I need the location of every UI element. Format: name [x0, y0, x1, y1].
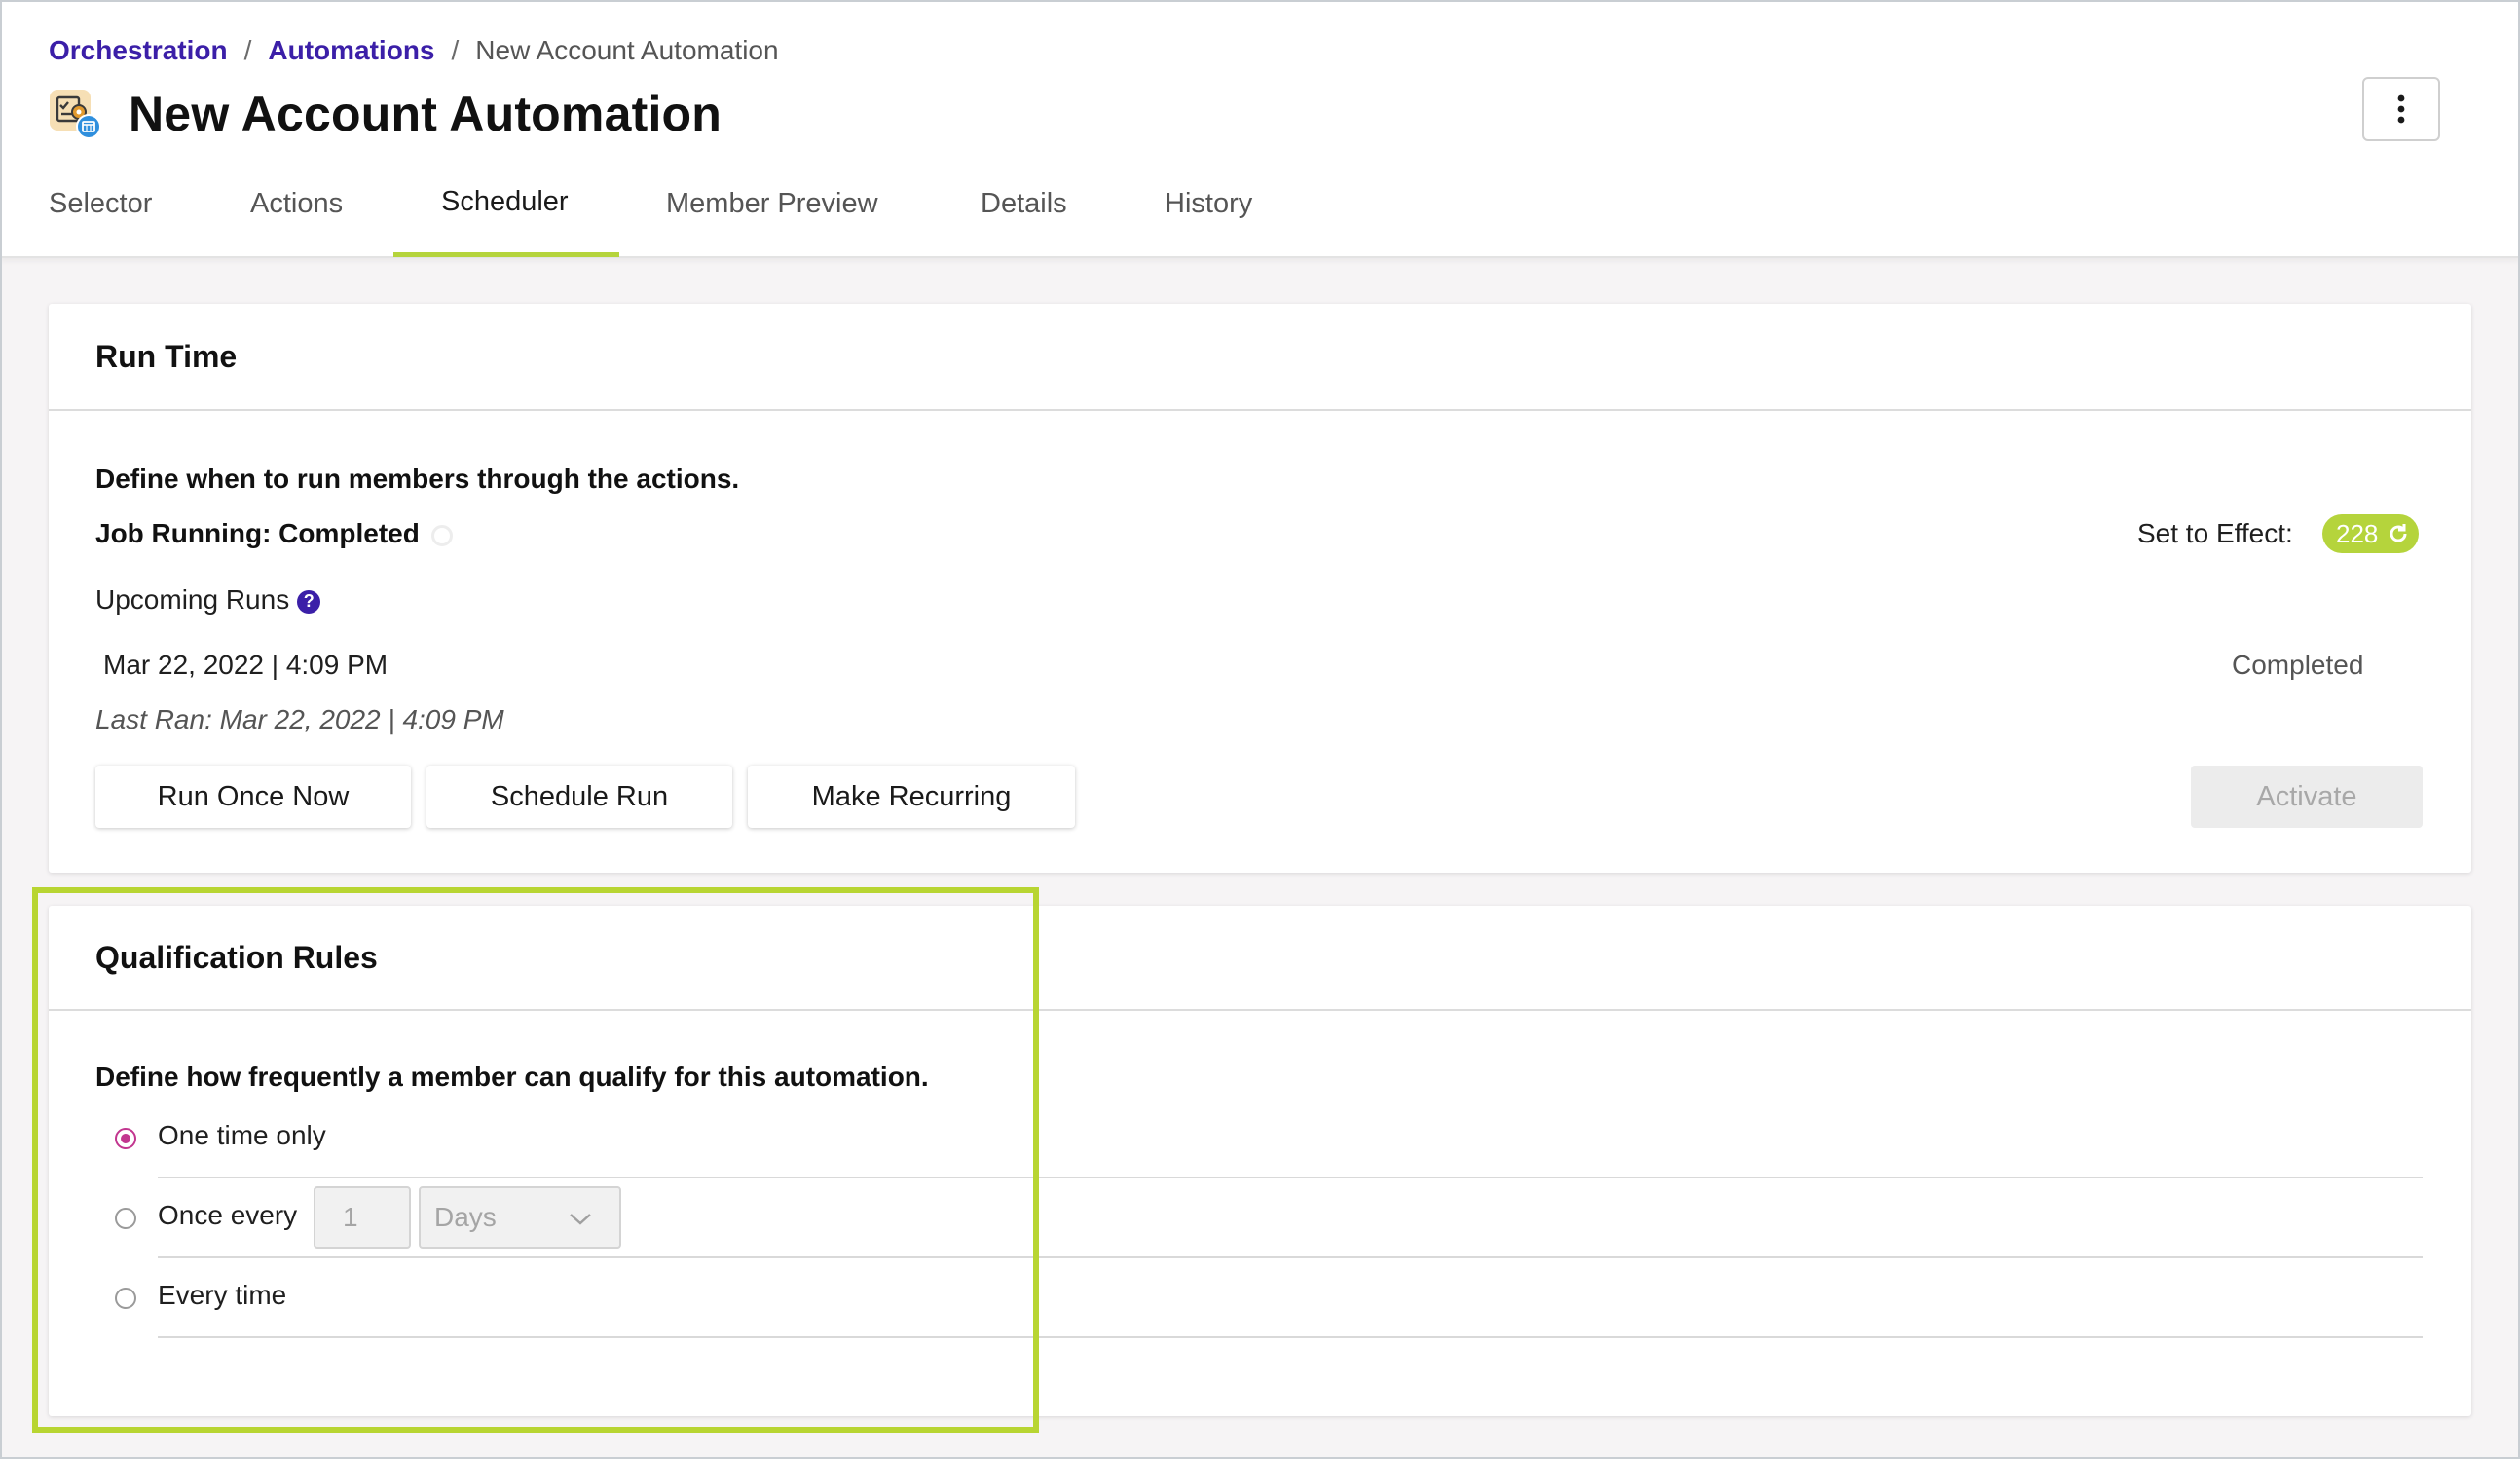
more-options-button[interactable]	[2362, 77, 2440, 141]
option-once-every-label: Once every	[158, 1200, 298, 1230]
chevron-down-icon	[570, 1214, 591, 1225]
run-time-description: Define when to run members through the a…	[95, 464, 740, 494]
qualification-rules-card: Qualification Rules Define how frequentl…	[49, 906, 2471, 1416]
option-divider	[158, 1256, 2423, 1258]
last-ran: Last Ran: Mar 22, 2022 | 4:09 PM	[95, 704, 504, 734]
kebab-menu-icon	[2397, 94, 2405, 124]
active-tab-indicator	[393, 252, 619, 257]
schedule-run-button[interactable]: Schedule Run	[426, 766, 732, 828]
tab-details[interactable]: Details	[981, 171, 1067, 257]
activate-button[interactable]: Activate	[2191, 766, 2423, 828]
run-time-card: Run Time Define when to run members thro…	[49, 304, 2471, 873]
tab-history[interactable]: History	[1165, 171, 1252, 257]
refresh-icon	[2390, 524, 2407, 542]
set-to-effect-label: Set to Effect:	[2137, 518, 2293, 548]
tab-scheduler[interactable]: Scheduler	[441, 171, 569, 257]
option-every-time-label: Every time	[158, 1280, 287, 1310]
option-divider	[158, 1336, 2423, 1338]
run-time-title: Run Time	[49, 304, 2471, 411]
option-one-time-only-label: One time only	[158, 1120, 326, 1150]
upcoming-run-status: Completed	[2232, 650, 2364, 680]
interval-unit-select[interactable]: Days	[419, 1186, 621, 1249]
qualification-rules-title: Qualification Rules	[49, 906, 2471, 1011]
loading-spinner-icon	[430, 524, 453, 546]
interval-value-input[interactable]: 1	[314, 1186, 411, 1249]
radio-one-time-only[interactable]	[115, 1128, 136, 1149]
qualification-description: Define how frequently a member can quali…	[95, 1062, 929, 1092]
set-to-effect-count: 228	[2336, 518, 2379, 548]
breadcrumb-separator: /	[451, 35, 460, 65]
radio-once-every[interactable]	[115, 1208, 136, 1229]
job-status: Job Running: Completed	[95, 518, 453, 549]
tab-selector[interactable]: Selector	[49, 171, 152, 257]
make-recurring-button[interactable]: Make Recurring	[748, 766, 1075, 828]
breadcrumb-current: New Account Automation	[475, 35, 779, 65]
tab-member-preview[interactable]: Member Preview	[666, 171, 878, 257]
breadcrumb-separator: /	[243, 35, 252, 65]
page-title: New Account Automation	[129, 87, 723, 141]
run-once-now-button[interactable]: Run Once Now	[95, 766, 411, 828]
job-status-text: Job Running: Completed	[95, 518, 420, 548]
upcoming-runs-label: Upcoming Runs	[95, 584, 290, 615]
help-icon[interactable]: ?	[297, 589, 321, 614]
set-to-effect-badge[interactable]: 228	[2322, 514, 2420, 553]
radio-every-time[interactable]	[115, 1288, 136, 1309]
title-row: New Account Automation	[49, 86, 722, 142]
breadcrumb-automations[interactable]: Automations	[268, 35, 434, 66]
interval-unit-value: Days	[434, 1202, 497, 1232]
page-header: Orchestration / Automations / New Accoun…	[0, 0, 2520, 258]
breadcrumb: Orchestration / Automations / New Accoun…	[49, 35, 779, 66]
breadcrumb-orchestration[interactable]: Orchestration	[49, 35, 228, 66]
automation-icon	[49, 86, 105, 142]
tab-actions[interactable]: Actions	[250, 171, 343, 257]
upcoming-runs: Upcoming Runs?	[95, 584, 321, 616]
upcoming-run-datetime: Mar 22, 2022 | 4:09 PM	[103, 650, 389, 680]
option-divider	[158, 1177, 2423, 1178]
